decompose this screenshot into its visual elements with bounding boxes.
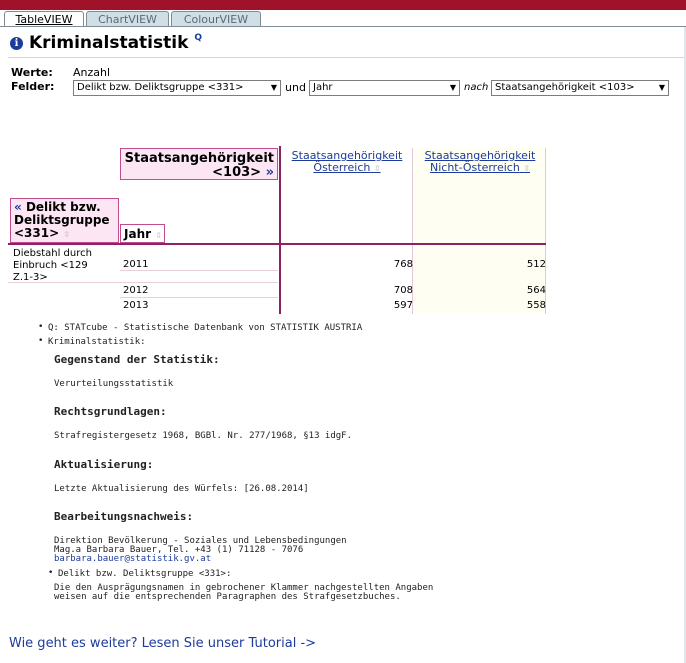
- row-divider: [120, 270, 278, 271]
- tab-colourview[interactable]: ColourVIEW: [171, 11, 261, 27]
- field-select-delikt[interactable]: Delikt bzw. Deliktsgruppe <331> ▼: [73, 80, 281, 96]
- dimension-jahr[interactable]: Jahr ⇳: [120, 224, 165, 243]
- tutorial-link[interactable]: Wie geht es weiter? Lesen Sie unser Tuto…: [9, 636, 316, 651]
- table-row-year: 2013: [123, 300, 149, 311]
- expand-right-icon[interactable]: »: [266, 165, 274, 180]
- bullet-icon: •: [48, 568, 54, 578]
- top-brand-bar: [0, 0, 686, 10]
- sort-icon[interactable]: ⇳: [374, 164, 381, 173]
- note-text-gegenstand: Verurteilungsstatistik: [54, 379, 174, 389]
- row-divider: [8, 282, 278, 283]
- sort-icon[interactable]: ⇳: [155, 231, 162, 240]
- column-header-nicht-oesterreich[interactable]: Staatsangehörigkeit Nicht-Österreich ⇳: [415, 150, 545, 175]
- column-header-oesterreich[interactable]: Staatsangehörigkeit Österreich ⇳: [283, 150, 411, 175]
- table-cell-oesterreich: 708: [393, 285, 413, 296]
- tab-divider: [0, 26, 686, 27]
- field-select-jahr[interactable]: Jahr ▼: [309, 80, 460, 96]
- note-delikt: Delikt bzw. Deliktsgruppe <331>:: [58, 569, 232, 579]
- table-cell-nicht-oesterreich: 512: [526, 259, 546, 270]
- note-heading-recht: Rechtsgrundlagen:: [54, 405, 167, 418]
- info-icon[interactable]: i: [10, 36, 23, 50]
- row-label-line2: Einbruch <129: [13, 260, 88, 271]
- field-select-staat-value: Staatsangehörigkeit <103>: [495, 82, 635, 93]
- dimension-delikt-line1: Delikt bzw.: [25, 200, 101, 214]
- nach-text: nach: [464, 82, 489, 93]
- row-divider: [120, 297, 278, 298]
- field-select-delikt-value: Delikt bzw. Deliktsgruppe <331>: [77, 82, 244, 93]
- bullet-icon: •: [38, 336, 44, 346]
- column-header-nicht-oesterreich-line2: Nicht-Österreich: [429, 161, 520, 174]
- dimension-delikt-line3: <331>: [14, 226, 60, 240]
- note-heading-bearbeitung: Bearbeitungsnachweis:: [54, 510, 194, 523]
- table-cell-nicht-oesterreich: 558: [526, 300, 546, 311]
- note-source: Q: STATcube - Statistische Datenbank von…: [48, 323, 363, 333]
- tab-chartview[interactable]: ChartVIEW: [86, 11, 169, 27]
- header-divider: [8, 57, 684, 58]
- table-row-year: 2012: [123, 285, 149, 296]
- note-heading-aktualisierung: Aktualisierung:: [54, 458, 154, 471]
- dimension-delikt[interactable]: « Delikt bzw. Deliktsgruppe <331> ⇳: [10, 198, 119, 243]
- dropdown-arrow-icon: ▼: [449, 83, 456, 92]
- werte-label: Werte:: [11, 66, 53, 79]
- tab-tableview[interactable]: TableVIEW: [4, 11, 84, 27]
- dimension-staat-line2: <103>: [212, 165, 262, 180]
- und-text: und: [285, 81, 306, 94]
- table-cell-nicht-oesterreich: 564: [526, 285, 546, 296]
- note-text-aktualisierung: Letzte Aktualisierung des Würfels: [26.0…: [54, 484, 309, 494]
- table-row-year: 2011: [123, 259, 149, 270]
- note-kriminalstatistik: Kriminalstatistik:: [48, 337, 146, 347]
- page-header: i Kriminalstatistik Q: [10, 33, 202, 53]
- email-link[interactable]: barbara.bauer@statistik.gv.at: [54, 554, 211, 564]
- bullet-icon: •: [38, 322, 44, 332]
- source-q-link[interactable]: Q: [194, 33, 202, 43]
- field-select-jahr-value: Jahr: [313, 82, 333, 93]
- dimension-staatsangehoerigkeit[interactable]: Staatsangehörigkeit <103> »: [120, 148, 278, 180]
- dropdown-arrow-icon: ▼: [658, 83, 665, 92]
- sort-icon[interactable]: ⇳: [63, 230, 70, 239]
- note-text-delikt-2: weisen auf die entsprechenden Paragraphe…: [54, 592, 401, 602]
- dimension-jahr-label: Jahr: [124, 227, 152, 241]
- table-cell-oesterreich: 597: [393, 300, 413, 311]
- row-label-line1: Diebstahl durch: [13, 248, 92, 259]
- note-text-recht: Strafregistergesetz 1968, BGBl. Nr. 277/…: [54, 431, 353, 441]
- page-title: Kriminalstatistik: [29, 33, 189, 53]
- row-label-delikt: Diebstahl durch Einbruch <129 Z.1-3>: [13, 248, 92, 284]
- sort-icon[interactable]: ⇳: [523, 164, 530, 173]
- felder-label: Felder:: [11, 80, 55, 93]
- table-cell-oesterreich: 768: [393, 259, 413, 270]
- table-divider-horizontal: [8, 243, 546, 245]
- dropdown-arrow-icon: ▼: [270, 83, 277, 92]
- collapse-left-icon[interactable]: «: [14, 200, 22, 214]
- note-heading-gegenstand: Gegenstand der Statistik:: [54, 353, 220, 366]
- view-tabs: TableVIEW ChartVIEW ColourVIEW: [0, 10, 686, 27]
- table-divider-vertical: [279, 146, 281, 314]
- werte-value: Anzahl: [73, 66, 111, 79]
- field-select-staat[interactable]: Staatsangehörigkeit <103> ▼: [491, 80, 669, 96]
- dimension-staat-line1: Staatsangehörigkeit: [124, 151, 274, 166]
- column-header-oesterreich-line2: Österreich: [313, 161, 371, 174]
